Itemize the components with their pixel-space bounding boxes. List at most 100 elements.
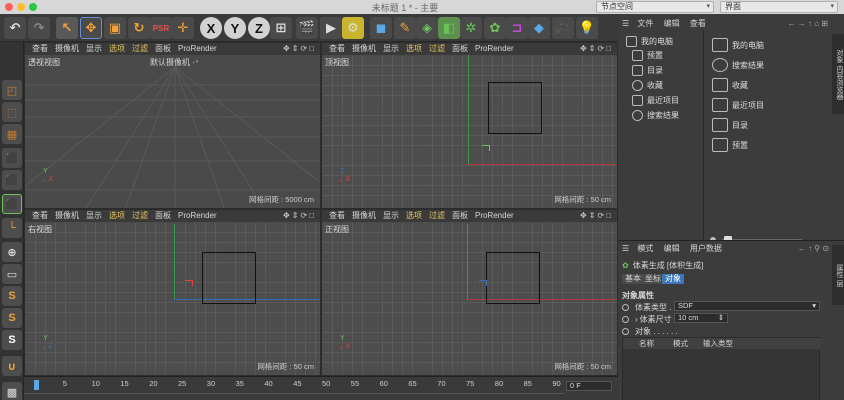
menu-display[interactable]: 显示 (86, 211, 102, 220)
menu-options[interactable]: 选项 (109, 211, 125, 220)
voxel-size-input[interactable]: 10 cm ⇕ (674, 313, 728, 323)
scale-tool-icon[interactable]: ▣ (104, 17, 126, 39)
x-axis-lock-icon[interactable]: X (200, 17, 222, 39)
redo-icon[interactable]: ↷ (28, 17, 50, 39)
col-name[interactable]: 名称 (639, 338, 654, 349)
tab-basic[interactable]: 基本 (622, 274, 644, 284)
menu-icon[interactable]: ☰ (622, 19, 629, 28)
select-tool-icon[interactable]: ↖ (56, 17, 78, 39)
render-picture-viewer-icon[interactable]: ▶ (320, 17, 342, 39)
side-tabs[interactable]: 属性 层 (832, 245, 844, 305)
texture-mode-icon[interactable]: ▦ (2, 124, 22, 144)
menu-icon[interactable]: ☰ (622, 244, 629, 253)
menu-camera[interactable]: 摄像机 (55, 44, 79, 53)
menu-view[interactable]: 查看 (690, 19, 706, 28)
content-item-favorites[interactable]: 收藏 (712, 78, 748, 92)
cube-object-icon[interactable]: ◼ (370, 17, 392, 39)
menu-filter[interactable]: 过滤 (132, 211, 148, 220)
render-settings-icon[interactable]: ⚙ (342, 17, 364, 39)
menu-display[interactable]: 显示 (383, 44, 399, 53)
layout-dropdown[interactable]: 界面 ▾ (720, 1, 838, 13)
polygons-mode-icon[interactable]: ⬛ (2, 194, 22, 214)
add-tool-icon[interactable]: ✛ (172, 17, 194, 39)
animation-keyframe-icon[interactable] (622, 304, 629, 311)
workplane-icon[interactable]: ▭ (2, 264, 22, 284)
current-frame-field[interactable]: 0 F (566, 381, 612, 391)
menu-options[interactable]: 选项 (406, 44, 422, 53)
menu-camera[interactable]: 摄像机 (352, 211, 376, 220)
menu-options[interactable]: 选项 (109, 44, 125, 53)
menu-prorender[interactable]: ProRender (178, 44, 217, 53)
menu-camera[interactable]: 摄像机 (352, 44, 376, 53)
animation-keyframe-icon[interactable] (622, 328, 629, 335)
maximize-window-icon[interactable] (29, 3, 37, 11)
menu-userdata[interactable]: 用户数据 (690, 244, 722, 253)
side-tabs[interactable]: 对象 内容浏览器 (832, 34, 844, 114)
menu-options[interactable]: 选项 (406, 211, 422, 220)
solo-icon[interactable]: S (2, 308, 22, 328)
menu-display[interactable]: 显示 (383, 211, 399, 220)
menu-view[interactable]: 查看 (32, 211, 48, 220)
top-viewport[interactable]: 查看 摄像机 显示 选项 过滤 面板 ProRender ✥⇕⟳□ 顶视图 Z ⌞ X 网格间… (321, 42, 618, 209)
close-window-icon[interactable] (5, 3, 13, 11)
menu-view[interactable]: 查看 (32, 44, 48, 53)
content-item-presets[interactable]: 预置 (712, 138, 748, 152)
menu-camera[interactable]: 摄像机 (55, 211, 79, 220)
rotate-tool-icon[interactable]: ↻ (128, 17, 150, 39)
camera-icon[interactable]: 🎥 (552, 17, 574, 39)
enable-snap-icon[interactable]: ⊕ (2, 242, 22, 262)
tree-item-computer[interactable]: 我的电脑 (626, 36, 673, 47)
minimize-window-icon[interactable] (17, 3, 25, 11)
timeline[interactable]: 051015202530354045505560657075808590 0 F (24, 376, 618, 400)
tab-object[interactable]: 对象 (662, 274, 684, 284)
stepper-icon[interactable]: ⇕ (718, 314, 724, 322)
points-mode-icon[interactable]: ⬛ (2, 148, 22, 168)
viewport-nav-icons[interactable]: ✥⇕⟳□ (283, 210, 316, 222)
animation-keyframe-icon[interactable] (622, 316, 629, 323)
mograph-icon[interactable]: ✿ (484, 17, 506, 39)
magnet-icon[interactable]: ∪ (2, 356, 22, 376)
volume-builder-icon[interactable]: ◧ (438, 17, 460, 39)
viewport-nav-icons[interactable]: ✥⇕⟳□ (580, 43, 613, 55)
content-item-catalog[interactable]: 目录 (712, 118, 748, 132)
menu-edit[interactable]: 编辑 (664, 244, 680, 253)
voxel-object-outline[interactable] (488, 82, 542, 134)
col-mode[interactable]: 模式 (673, 338, 688, 349)
floor-icon[interactable]: ◆ (528, 17, 550, 39)
viewport-nav-icons[interactable]: ✥⇕⟳□ (580, 210, 613, 222)
menu-display[interactable]: 显示 (86, 44, 102, 53)
menu-filter[interactable]: 过滤 (429, 44, 445, 53)
menu-panel[interactable]: 面板 (452, 44, 468, 53)
axis-mode-icon[interactable]: └ (2, 218, 22, 238)
objects-list[interactable]: 名称 模式 输入类型 (622, 337, 821, 400)
menu-prorender[interactable]: ProRender (475, 211, 514, 220)
cloner-icon[interactable]: ✲ (460, 17, 482, 39)
menu-edit[interactable]: 编辑 (664, 19, 680, 28)
render-view-icon[interactable]: 🎬 (296, 17, 318, 39)
move-tool-icon[interactable]: ✥ (80, 17, 102, 39)
col-input-type[interactable]: 输入类型 (703, 338, 733, 349)
coordinate-system-icon[interactable]: ⊞ (270, 17, 292, 39)
playhead-marker[interactable] (34, 380, 39, 390)
subdivision-icon[interactable]: ◈ (416, 17, 438, 39)
pen-spline-icon[interactable]: ✎ (394, 17, 416, 39)
model-mode-icon[interactable]: ⬚ (2, 102, 22, 122)
recent-tools-icon[interactable]: PSR (150, 17, 172, 39)
browser-nav-icons[interactable]: ← → ↑ ⌂ ⊞ (788, 18, 828, 30)
menu-prorender[interactable]: ProRender (178, 211, 217, 220)
make-editable-icon[interactable]: ◰ (2, 80, 22, 100)
y-axis-lock-icon[interactable]: Y (224, 17, 246, 39)
menu-view[interactable]: 查看 (329, 211, 345, 220)
tree-item-recent[interactable]: 最近项目 (632, 95, 679, 106)
menu-panel[interactable]: 面板 (452, 211, 468, 220)
deformer-icon[interactable]: ⊐ (506, 17, 528, 39)
content-item-recent[interactable]: 最近项目 (712, 98, 764, 112)
menu-prorender[interactable]: ProRender (475, 44, 514, 53)
tree-item-favorites[interactable]: 收藏 (632, 80, 663, 91)
menu-filter[interactable]: 过滤 (429, 211, 445, 220)
content-item-computer[interactable]: 我的电脑 (712, 38, 764, 52)
menu-file[interactable]: 文件 (637, 19, 653, 28)
tree-item-presets[interactable]: 预置 (632, 50, 663, 61)
menu-panel[interactable]: 面板 (155, 44, 171, 53)
voxel-object-outline[interactable] (486, 252, 540, 304)
